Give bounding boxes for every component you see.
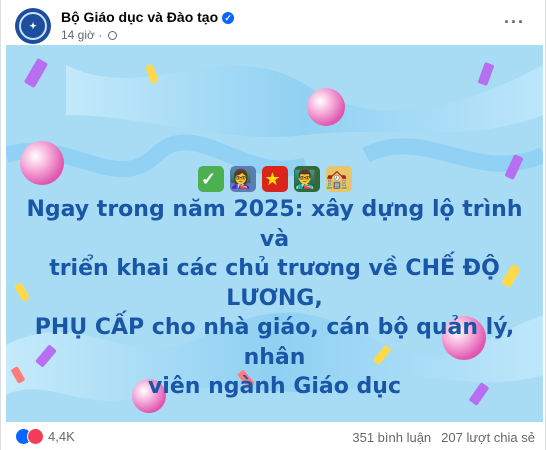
love-reaction-icon	[27, 428, 44, 446]
emoji-row: ✓ 👩‍🏫 ★ 👨‍🏫 🏫	[6, 166, 543, 192]
avatar[interactable]: ✦	[15, 8, 51, 44]
comments-count[interactable]: 351 bình luận	[352, 430, 431, 445]
verified-badge-icon: ✓	[222, 12, 235, 24]
post-footer: 4,4K 351 bình luận 207 lượt chia sẻ	[15, 424, 535, 448]
post-image[interactable]: ✓ 👩‍🏫 ★ 👨‍🏫 🏫 Ngay trong năm 2025: xây dựng …	[6, 45, 543, 422]
male-teacher-icon: 👨‍🏫	[293, 166, 320, 192]
teacher-icon: 👩‍🏫	[229, 166, 256, 192]
reaction-count[interactable]: 4,4K	[48, 429, 75, 444]
shares-count[interactable]: 207 lượt chia sẻ	[441, 430, 535, 445]
engagement-stats: 351 bình luận 207 lượt chia sẻ	[342, 430, 535, 445]
post-meta: 14 giờ ·	[61, 28, 117, 42]
check-mark-icon: ✓	[197, 166, 224, 192]
post-header: ✦ Bộ Giáo dục và Đào tạo ✓ 14 giờ · ···	[15, 8, 535, 44]
school-icon: 🏫	[325, 166, 352, 192]
vietnam-flag-icon: ★	[261, 166, 288, 192]
more-options-button[interactable]: ···	[504, 12, 525, 33]
headline-line: PHỤ CẤP cho nhà giáo, cán bộ quản lý, nh…	[34, 315, 515, 370]
post-card: ✦ Bộ Giáo dục và Đào tạo ✓ 14 giờ · ···	[0, 0, 546, 450]
page-name-label[interactable]: Bộ Giáo dục và Đào tạo	[61, 9, 218, 25]
headline-line: Ngay trong năm 2025: xây dựng lộ trình v…	[26, 197, 523, 252]
headline-text: Ngay trong năm 2025: xây dựng lộ trình v…	[26, 195, 523, 402]
globe-icon	[107, 31, 117, 40]
headline-line: triển khai các chủ trương về CHẾ ĐỘ LƯƠN…	[49, 256, 500, 311]
page-name[interactable]: Bộ Giáo dục và Đào tạo ✓	[61, 9, 235, 25]
headline-line: viên ngành Giáo dục	[147, 374, 402, 399]
post-time[interactable]: 14 giờ	[61, 28, 95, 42]
reactions-summary[interactable]: 4,4K	[15, 428, 75, 446]
ministry-logo-icon: ✦	[19, 12, 47, 40]
